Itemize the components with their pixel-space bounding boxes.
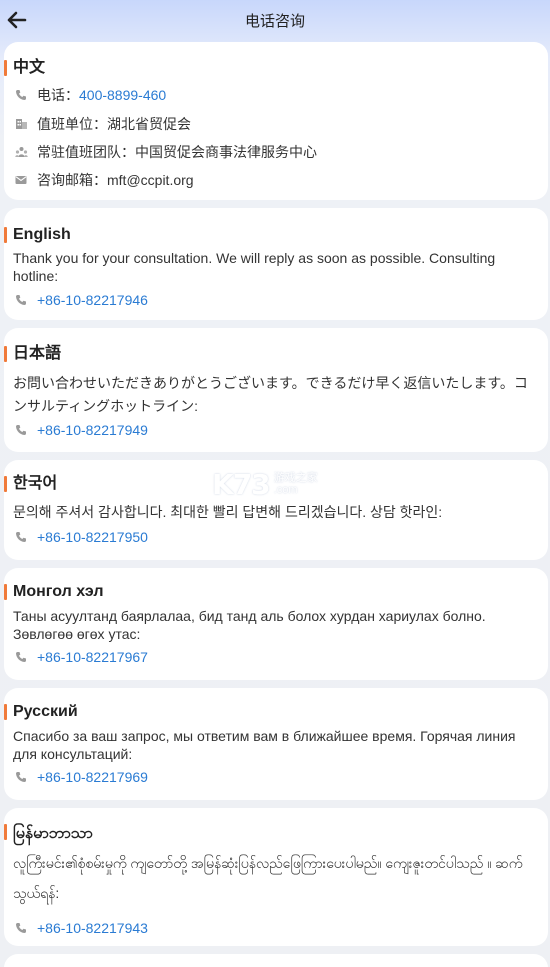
email-row: 咨询邮箱： mft@ccpit.org [14,171,194,189]
phone-link[interactable]: +86-10-82217943 [37,919,148,937]
card-russian: Русский Спасибо за ваш запрос, мы ответи… [4,688,548,800]
card-title: Монгол хэл [4,582,104,602]
phone-row: 电话： 400-8899-460 [14,86,166,104]
page-title: 电话咨询 [244,12,305,30]
phone-icon [14,423,28,437]
phone-link[interactable]: +86-10-82217950 [37,528,148,546]
card-next-partial [4,954,548,967]
phone-row: +86-10-82217950 [14,528,148,546]
phone-row: +86-10-82217969 [14,768,148,786]
card-title: 中文 [4,58,45,78]
phone-link[interactable]: +86-10-82217946 [37,291,148,309]
card-description: Таны асуултанд баярлалаа, бид танд аль б… [13,608,486,642]
card-title: English [4,225,71,245]
phone-icon [14,770,28,784]
phone-row: +86-10-82217946 [14,291,148,309]
card-myanmar: မြန်မာဘာသာ လူကြီးမင်း၏စုံစမ်းမှုကို ကျတေ… [4,808,548,946]
email-label: 咨询邮箱： [37,172,107,188]
card-description: Thank you for your consultation. We will… [13,250,496,284]
building-icon [14,117,28,131]
phone-icon [14,921,28,935]
team-value: 中国贸促会商事法律服务中心 [135,144,317,160]
arrow-left-icon [7,11,27,29]
phone-label: 电话： [37,87,79,103]
card-title: 日本語 [4,344,61,364]
unit-row: 值班单位： 湖北省贸促会 [14,115,191,133]
team-label: 常驻值班团队： [37,144,135,160]
phone-row: +86-10-82217949 [14,421,148,439]
phone-icon [14,530,28,544]
phone-icon [14,88,28,102]
card-japanese: 日本語 お問い合わせいただきありがとうございます。できるだけ早く返信いたします。… [4,328,548,452]
phone-link[interactable]: 400-8899-460 [79,86,166,104]
card-title: မြန်မာဘာသာ [4,822,93,846]
card-title: 한국어 [4,474,57,494]
phone-link[interactable]: +86-10-82217967 [37,648,148,666]
card-description: 문의해 주셔서 감사합니다. 최대한 빨리 답변해 드리겠습니다. 상담 핫라인… [13,504,443,520]
phone-icon [14,650,28,664]
back-button[interactable] [4,7,30,33]
card-english: English Thank you for your consultation.… [4,208,548,320]
header-bar: 电话咨询 [0,0,550,40]
card-chinese: 中文 电话： 400-8899-460 值班单位： 湖北省贸促会 常驻值班团队：… [4,42,548,200]
team-row: 常驻值班团队： 中国贸促会商事法律服务中心 [14,143,317,161]
card-title: Русский [4,702,78,722]
phone-icon [14,293,28,307]
unit-label: 值班单位： [37,116,107,132]
card-korean: 한국어 문의해 주셔서 감사합니다. 최대한 빨리 답변해 드리겠습니다. 상담… [4,460,548,560]
card-description: お問い合わせいただきありがとうございます。できるだけ早く返信いたします。コンサル… [13,375,528,414]
card-description: Спасибо за ваш запрос, мы ответим вам в … [13,728,516,762]
team-icon [14,145,28,159]
unit-value: 湖北省贸促会 [107,116,191,132]
card-description: လူကြီးမင်း၏စုံစမ်းမှုကို ကျတော်တို့ အမြန… [13,855,523,901]
phone-row: +86-10-82217943 [14,919,148,937]
card-mongolian: Монгол хэл Таны асуултанд баярлалаа, бид… [4,568,548,680]
mail-icon [14,173,28,187]
phone-link[interactable]: +86-10-82217949 [37,421,148,439]
phone-row: +86-10-82217967 [14,648,148,666]
phone-link[interactable]: +86-10-82217969 [37,768,148,786]
email-value[interactable]: mft@ccpit.org [107,171,194,189]
